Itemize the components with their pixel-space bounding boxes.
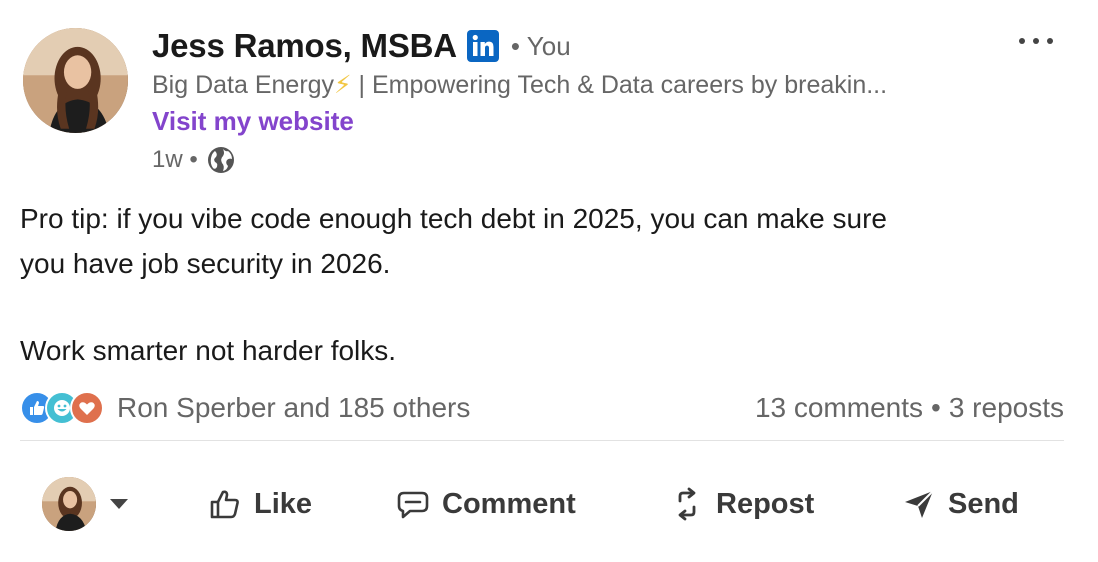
chevron-down-icon bbox=[110, 499, 128, 509]
social-counts: Ron Sperber and 185 others 13 comments •… bbox=[20, 388, 1064, 428]
thumbs-up-icon bbox=[210, 490, 239, 519]
repost-icon bbox=[678, 487, 696, 521]
author-headline: Big Data Energy⚡ | Empowering Tech & Dat… bbox=[152, 70, 982, 100]
engagement-separator: • bbox=[931, 392, 941, 423]
post-meta: 1w • bbox=[152, 144, 236, 176]
comments-count-link[interactable]: 13 comments bbox=[755, 392, 923, 424]
actor-switcher[interactable] bbox=[42, 477, 130, 531]
linkedin-icon bbox=[466, 30, 499, 62]
reposts-count-link[interactable]: 3 reposts bbox=[949, 392, 1064, 424]
like-button[interactable]: Like bbox=[208, 472, 312, 536]
avatar-photo bbox=[23, 28, 128, 133]
post-body: Pro tip: if you vibe code enough tech de… bbox=[20, 196, 1070, 373]
comment-button[interactable]: Comment bbox=[396, 472, 576, 536]
relation-tag: • You bbox=[510, 30, 571, 61]
post-text-line: Pro tip: if you vibe code enough tech de… bbox=[20, 203, 888, 234]
engagement-counts: 13 comments • 3 reposts bbox=[755, 392, 1064, 424]
author-name[interactable]: Jess Ramos, MSBA bbox=[152, 27, 457, 65]
author-name-row: Jess Ramos, MSBA • You bbox=[152, 26, 571, 66]
post-text-line: you have job security in 2026. bbox=[20, 248, 391, 279]
author-avatar[interactable] bbox=[23, 28, 128, 133]
comment-icon bbox=[397, 491, 429, 519]
post-text-line: Work smarter not harder folks. bbox=[20, 335, 397, 366]
ellipsis-icon bbox=[1019, 38, 1053, 44]
lightning-bolt-icon: ⚡ bbox=[334, 71, 352, 99]
current-user-avatar bbox=[42, 477, 96, 531]
repost-label: Repost bbox=[716, 487, 815, 520]
visit-website-link[interactable]: Visit my website bbox=[152, 106, 354, 137]
reactions-count-text: Ron Sperber and 185 others bbox=[117, 392, 471, 423]
send-icon bbox=[905, 490, 934, 518]
love-icon bbox=[70, 391, 104, 425]
post-actions: Like Comment Repost Send bbox=[20, 472, 1064, 536]
repost-button[interactable]: Repost bbox=[670, 472, 814, 536]
like-label: Like bbox=[254, 487, 313, 520]
more-options-button[interactable] bbox=[1014, 26, 1058, 56]
headline-rest: | Empowering Tech & Data careers by brea… bbox=[351, 71, 888, 99]
divider bbox=[20, 440, 1064, 441]
globe-icon bbox=[206, 145, 236, 175]
reaction-icons bbox=[20, 391, 104, 425]
post-age: 1w • bbox=[152, 146, 198, 173]
send-button[interactable]: Send bbox=[902, 472, 1019, 536]
reactions-summary[interactable]: Ron Sperber and 185 others bbox=[20, 391, 470, 425]
headline-start: Big Data Energy bbox=[152, 71, 335, 99]
comment-label: Comment bbox=[442, 487, 576, 520]
send-label: Send bbox=[948, 487, 1019, 520]
